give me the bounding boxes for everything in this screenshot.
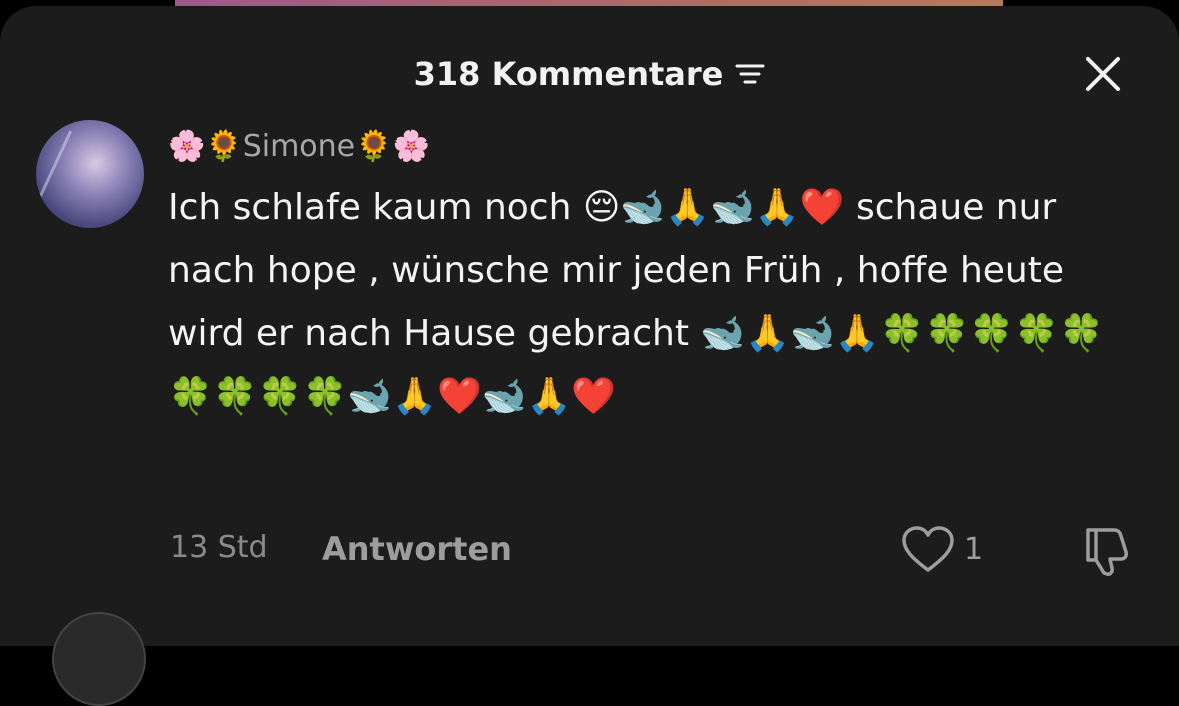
thumbs-down-icon[interactable]: [1080, 524, 1134, 578]
user-avatar[interactable]: [36, 120, 144, 228]
comment-username[interactable]: 🌸🌻Simone🌻🌸: [168, 120, 1148, 174]
next-comment-avatar[interactable]: [52, 612, 146, 706]
header-title-wrap: 318 Kommentare: [0, 46, 1179, 102]
heart-icon[interactable]: [900, 524, 956, 576]
reply-button[interactable]: Antworten: [322, 530, 512, 568]
like-count: 1: [964, 532, 984, 567]
comment-text: Ich schlafe kaum noch 😔🐋🙏🐋🙏❤️ schaue nur…: [168, 187, 1104, 417]
filter-lines-icon[interactable]: [735, 62, 765, 86]
comment-body: 🌸🌻Simone🌻🌸 Ich schlafe kaum noch 😔🐋🙏🐋🙏❤️…: [168, 120, 1148, 428]
close-x-icon[interactable]: [1083, 54, 1123, 94]
comments-count-title: 318 Kommentare: [413, 55, 724, 93]
comment-timestamp: 13 Std: [170, 530, 268, 565]
comments-header: 318 Kommentare: [0, 46, 1179, 102]
